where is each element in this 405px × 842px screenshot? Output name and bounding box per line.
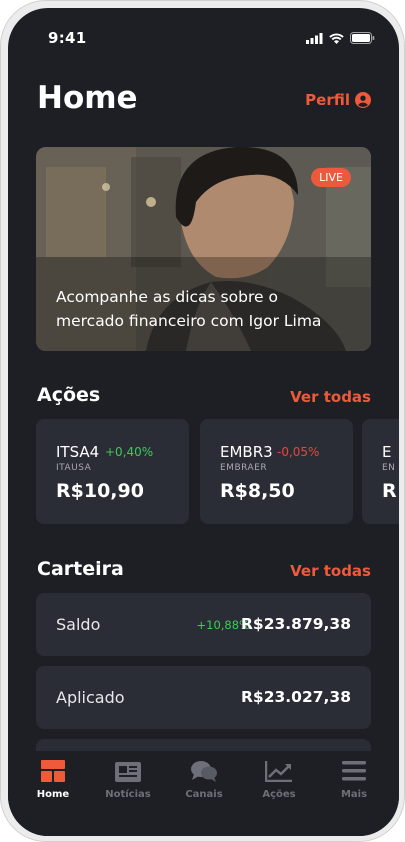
bottom-tab-bar: Home Notícias Canais Ações Mais: [8, 751, 399, 836]
stock-change: +0,40%: [105, 445, 154, 459]
wallet-see-all-link[interactable]: Ver todas: [290, 562, 371, 580]
tab-noticias[interactable]: Notícias: [93, 760, 163, 800]
stocks-section-title: Ações: [37, 384, 101, 406]
profile-label: Perfil: [305, 91, 350, 109]
tab-label: Ações: [262, 789, 296, 800]
status-icons: [306, 32, 375, 44]
phone-frame: 9:41 Home Perfil LIVE Acompanhe as dicas…: [0, 0, 405, 842]
newspaper-icon: [115, 762, 141, 782]
stock-price: R$8,50: [220, 480, 295, 502]
wallet-section-title: Carteira: [37, 558, 124, 580]
status-time: 9:41: [48, 29, 87, 47]
stock-price: R: [382, 480, 397, 502]
stock-company: EMBRAER: [220, 463, 268, 473]
hero-caption: Acompanhe as dicas sobre o mercado finan…: [56, 288, 322, 330]
menu-icon: [342, 761, 366, 781]
stock-card-partial[interactable]: E EN R: [362, 419, 399, 524]
user-icon: [355, 92, 371, 108]
stock-ticker: ITSA4: [56, 443, 100, 461]
tab-home[interactable]: Home: [18, 760, 88, 800]
home-grid-icon: [41, 760, 65, 782]
stock-card[interactable]: EMBR3 -0,05% EMBRAER R$8,50: [200, 419, 353, 524]
stock-card[interactable]: ITSA4 +0,40% ITAUSA R$10,90: [36, 419, 189, 524]
chart-line-icon: [264, 761, 292, 783]
live-video-banner[interactable]: LIVE Acompanhe as dicas sobre o mercado …: [36, 147, 371, 351]
wallet-row-saldo[interactable]: Saldo +10,88% R$23.879,38: [36, 593, 371, 656]
stock-company: EN: [382, 463, 396, 473]
status-bar: 9:41: [8, 8, 399, 48]
chat-bubbles-icon: [191, 761, 217, 782]
tab-label: Canais: [185, 789, 223, 800]
tab-label: Notícias: [105, 789, 151, 800]
signal-icon: [306, 32, 323, 44]
stock-change: -0,05%: [277, 445, 320, 459]
wallet-row-amount: R$23.879,38: [241, 615, 351, 633]
wallet-row-label: Saldo: [56, 615, 101, 634]
stock-ticker: E: [382, 443, 392, 461]
tab-canais[interactable]: Canais: [169, 760, 239, 800]
tab-mais[interactable]: Mais: [319, 760, 389, 800]
stocks-see-all-link[interactable]: Ver todas: [290, 388, 371, 406]
live-badge: LIVE: [311, 168, 351, 187]
tab-label: Home: [36, 789, 70, 800]
stock-ticker: EMBR3: [220, 443, 273, 461]
page-title: Home: [37, 80, 138, 116]
tab-label: Mais: [340, 789, 368, 800]
wallet-row-amount: R$23.027,38: [241, 688, 351, 706]
stock-company: ITAUSA: [56, 463, 92, 473]
battery-icon: [350, 32, 375, 44]
stock-price: R$10,90: [56, 480, 144, 502]
tab-acoes[interactable]: Ações: [244, 760, 314, 800]
wallet-row-label: Aplicado: [56, 688, 125, 707]
profile-button[interactable]: Perfil: [305, 91, 371, 109]
wallet-row-aplicado[interactable]: Aplicado R$23.027,38: [36, 666, 371, 729]
app-screen: 9:41 Home Perfil LIVE Acompanhe as dicas…: [8, 8, 399, 836]
wifi-icon: [329, 33, 344, 44]
